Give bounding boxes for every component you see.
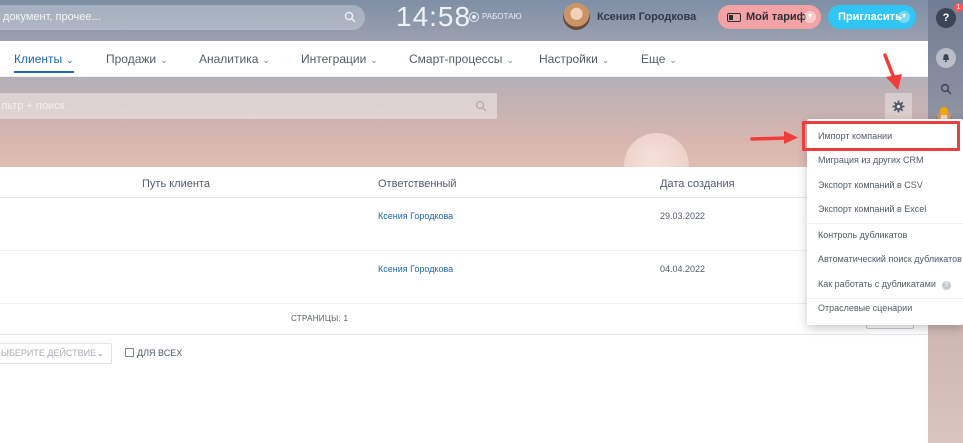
notification-badge: 1 xyxy=(954,3,963,12)
nav-tab-analytics[interactable]: Аналитика ⌄ xyxy=(199,41,270,77)
nav-tab-label: Аналитика xyxy=(199,52,259,66)
nav-tab-sales[interactable]: Продажи ⌄ xyxy=(106,41,168,77)
help-icon[interactable]: ? xyxy=(936,8,956,28)
menu-item-auto-duplicate-search[interactable]: Автоматический поиск дубликатов xyxy=(807,247,963,272)
nav-tab-smart-processes[interactable]: Смарт-процессы ⌄ xyxy=(409,41,514,77)
chevron-down-icon: ⌄ xyxy=(601,55,610,65)
nav-tab-settings[interactable]: Настройки ⌄ xyxy=(539,41,609,77)
created-date: 04.04.2022 xyxy=(660,264,706,274)
chevron-down-icon: ▼ xyxy=(898,11,910,23)
filter-search-input[interactable]: льтр + поиск xyxy=(0,93,497,119)
nav-tab-clients[interactable]: Клиенты ⌄ xyxy=(14,41,74,77)
nav-tab-label: Продажи xyxy=(106,52,157,66)
global-search-placeholder: документ, прочее... xyxy=(3,11,101,23)
column-header-client-path[interactable]: Путь клиента xyxy=(142,178,210,190)
avatar xyxy=(563,3,590,30)
apply-to-all-checkbox[interactable]: ДЛЯ ВСЕХ xyxy=(125,347,182,359)
grid-header: Путь клиента Ответственный Дата создания xyxy=(0,167,928,198)
work-status[interactable]: РАБОТАЮ xyxy=(469,10,522,24)
chevron-down-icon: ⌄ xyxy=(506,55,514,65)
nav-tab-label: Настройки xyxy=(539,52,598,66)
gear-icon xyxy=(892,100,905,113)
pagination: СТРАНИЦЫ: 1 xyxy=(0,304,928,335)
table-row[interactable]: Ксения Городкова 29.03.2022 xyxy=(0,199,928,251)
user-name: Ксения Городкова xyxy=(597,11,697,23)
invite-label: Пригласить xyxy=(838,11,902,23)
responsible-link[interactable]: Ксения Городкова xyxy=(378,264,453,274)
work-status-label: РАБОТАЮ xyxy=(482,12,522,21)
menu-item-export-excel[interactable]: Экспорт компаний в Excel xyxy=(807,197,963,222)
sidebar-search-icon[interactable] xyxy=(936,79,956,99)
clients-grid: Путь клиента Ответственный Дата создания… xyxy=(0,167,928,443)
menu-item-label: Как работать с дубликатами xyxy=(818,279,936,289)
chevron-down-icon: ⌄ xyxy=(160,55,168,65)
tariff-button[interactable]: Мой тариф ▼ xyxy=(718,5,821,29)
chevron-down-icon: ▼ xyxy=(804,11,816,23)
chat-status-badge xyxy=(940,107,948,115)
menu-item-export-csv[interactable]: Экспорт компаний в CSV xyxy=(807,173,963,198)
chevron-down-icon: ⌄ xyxy=(66,55,74,65)
crm-nav-bar: Клиенты ⌄ Продажи ⌄ Аналитика ⌄ Интеграции ⌄… xyxy=(0,41,928,77)
filter-placeholder: льтр + поиск xyxy=(1,100,65,112)
global-search-input[interactable]: документ, прочее... xyxy=(0,5,365,30)
nav-tab-label: Интеграции xyxy=(301,52,367,66)
chevron-down-icon: ⌄ xyxy=(669,55,677,65)
apply-to-all-label: ДЛЯ ВСЕХ xyxy=(137,348,183,358)
annotation-highlight-box xyxy=(802,121,960,151)
menu-item-duplicates-help[interactable]: Как работать с дубликатами? xyxy=(807,272,963,297)
column-header-responsible[interactable]: Ответственный xyxy=(378,178,457,190)
search-icon[interactable] xyxy=(344,11,356,23)
checkbox[interactable] xyxy=(125,348,134,357)
menu-item-migration[interactable]: Миграция из других CRM xyxy=(807,148,963,173)
menu-item-industry-scenarios[interactable]: Отраслевые сценарии xyxy=(807,296,963,321)
table-row[interactable]: Ксения Городкова 04.04.2022 xyxy=(0,252,928,304)
pages-label: СТРАНИЦЫ: 1 xyxy=(291,314,349,323)
settings-gear-button[interactable] xyxy=(885,93,912,119)
nav-tab-more[interactable]: Еще ⌄ xyxy=(641,41,677,77)
top-header: документ, прочее... 14:58 РАБОТАЮ Ксения… xyxy=(0,0,928,36)
chevron-down-icon: ⌄ xyxy=(262,55,270,65)
search-icon[interactable] xyxy=(475,100,487,112)
chevron-down-icon: ⌄ xyxy=(96,348,104,358)
nav-tab-integrations[interactable]: Интеграции ⌄ xyxy=(301,41,378,77)
menu-item-duplicate-control[interactable]: Контроль дубликатов xyxy=(807,223,963,248)
nav-tab-label: Еще xyxy=(641,52,666,66)
annotation-arrow-right-icon xyxy=(750,131,798,144)
play-icon xyxy=(469,12,479,22)
bell-icon[interactable] xyxy=(936,48,956,68)
nav-tab-label: Смарт-процессы xyxy=(409,52,503,66)
bulk-action-select[interactable]: ЫБЕРИТЕ ДЕЙСТВИЕ ⌄ xyxy=(0,343,112,364)
invite-button[interactable]: Пригласить ▼ xyxy=(828,5,916,29)
battery-icon xyxy=(727,13,741,22)
column-header-created[interactable]: Дата создания xyxy=(660,178,735,190)
clock[interactable]: 14:58 xyxy=(396,1,471,33)
created-date: 29.03.2022 xyxy=(660,211,706,221)
bulk-action-placeholder: ЫБЕРИТЕ ДЕЙСТВИЕ xyxy=(1,348,97,358)
tariff-label: Мой тариф xyxy=(746,11,807,23)
nav-tab-label: Клиенты xyxy=(14,52,63,66)
responsible-link[interactable]: Ксения Городкова xyxy=(378,211,453,221)
chevron-down-icon: ⌄ xyxy=(370,55,378,65)
question-icon[interactable]: ? xyxy=(941,281,951,290)
annotation-arrow-down-icon xyxy=(883,53,902,90)
